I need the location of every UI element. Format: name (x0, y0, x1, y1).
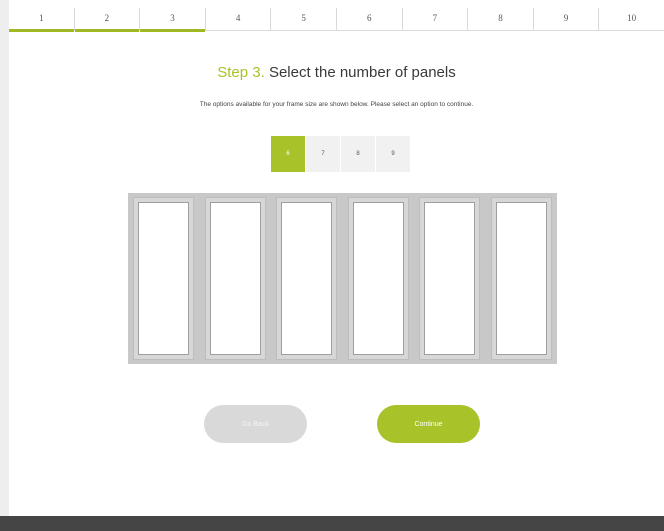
continue-button[interactable]: Continue (377, 405, 480, 443)
panel-glass (281, 202, 333, 355)
panel-glass (352, 202, 404, 355)
door-panel (490, 197, 552, 360)
instructions-text: The options available for your frame siz… (199, 101, 474, 108)
door-panel (276, 197, 338, 360)
step-title: Select the number of panels (268, 64, 456, 81)
page-title: Step 3. Select the number of panels (9, 64, 664, 81)
step-tab-2[interactable]: 2 (74, 8, 141, 32)
door-panel (133, 197, 194, 360)
panel-glass (209, 202, 261, 355)
panel-glass (138, 202, 189, 355)
panel-count-selector: 6 7 8 9 (271, 136, 411, 172)
step-tab-3[interactable]: 3 (140, 8, 206, 32)
footer-bar (0, 516, 664, 531)
door-frame-preview (128, 193, 557, 364)
page: 1 2 3 4 5 6 7 8 9 10 Step 3. Select the … (9, 0, 664, 516)
panel-option-8[interactable]: 8 (341, 136, 375, 172)
step-tab-9[interactable]: 9 (534, 8, 600, 30)
step-number: Step 3. (217, 64, 265, 81)
door-panel (347, 197, 409, 360)
step-tab-4[interactable]: 4 (206, 8, 272, 30)
panel-glass (495, 202, 547, 355)
step-tab-10[interactable]: 10 (599, 8, 664, 30)
step-tab-1[interactable]: 1 (9, 8, 75, 32)
panel-glass (424, 202, 476, 355)
door-panel (419, 197, 481, 360)
panel-option-9[interactable]: 9 (376, 136, 410, 172)
step-tab-6[interactable]: 6 (337, 8, 403, 30)
panel-option-6[interactable]: 6 (271, 136, 305, 172)
panel-option-7[interactable]: 7 (306, 136, 340, 172)
step-progress-bar: 1 2 3 4 5 6 7 8 9 10 (9, 8, 664, 32)
step-tab-7[interactable]: 7 (403, 8, 469, 30)
step-tab-8[interactable]: 8 (468, 8, 534, 30)
go-back-button[interactable]: Go Back (204, 405, 307, 443)
step-tab-5[interactable]: 5 (271, 8, 337, 30)
door-panel (204, 197, 266, 360)
